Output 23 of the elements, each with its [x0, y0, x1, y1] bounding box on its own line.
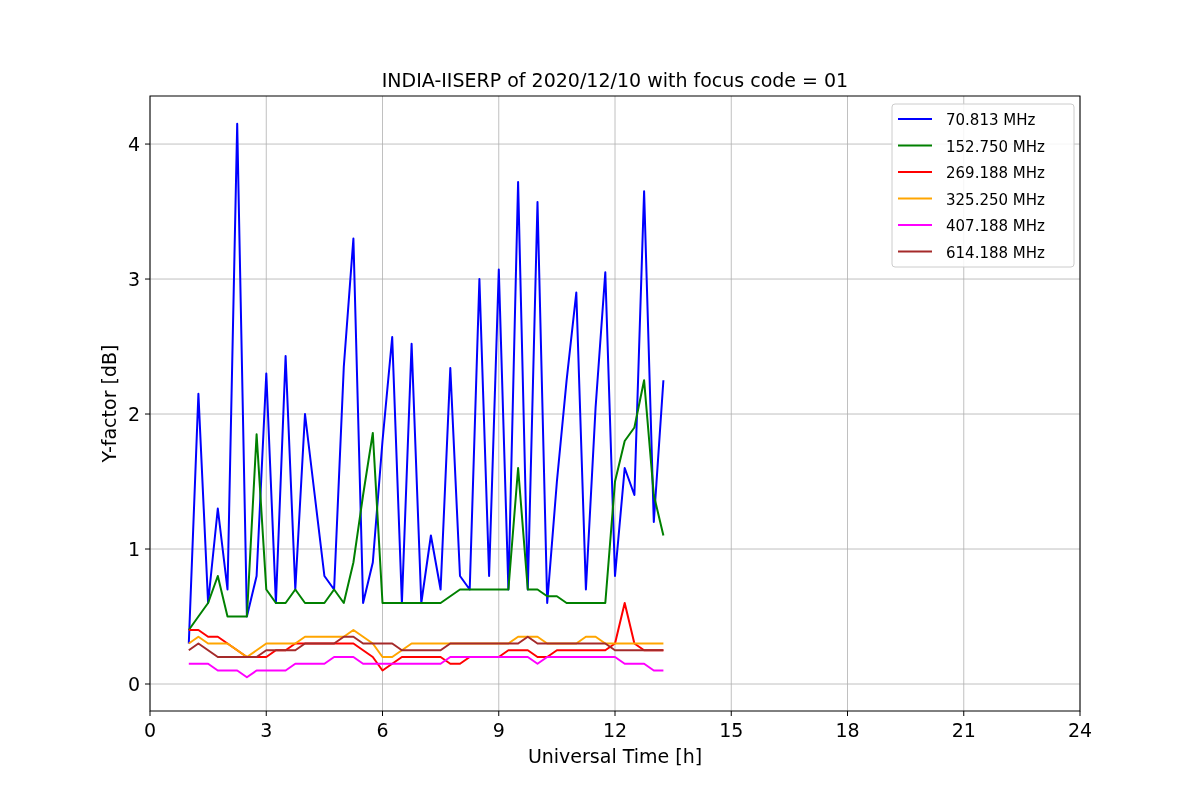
- x-tick-label: 24: [1067, 719, 1093, 741]
- x-tick-label: 0: [143, 719, 157, 741]
- legend-label: 407.188 MHz: [946, 217, 1045, 235]
- x-tick-label: 21: [951, 719, 976, 741]
- legend-label: 269.188 MHz: [946, 164, 1045, 182]
- y-tick-label: 2: [127, 403, 140, 426]
- x-axis-label: Universal Time [h]: [527, 745, 703, 767]
- legend-label: 614.188 MHz: [946, 243, 1045, 262]
- x-tick-label: 9: [492, 719, 505, 741]
- y-tick-label: 4: [127, 133, 140, 156]
- y-tick-label: 0: [127, 673, 140, 695]
- x-tick-label: 12: [602, 719, 628, 741]
- legend-label: 152.750 MHz: [946, 137, 1045, 156]
- y-tick-label: 3: [127, 268, 140, 291]
- x-tick-label: 18: [835, 719, 860, 741]
- x-tick-label: 3: [260, 719, 273, 741]
- x-tick-label: 6: [376, 719, 389, 741]
- chart-title: INDIA-IISERP of 2020/12/10 with focus code = 01: [381, 69, 849, 91]
- legend-label: 70.813 MHz: [946, 111, 1036, 129]
- y-tick-label: 1: [127, 538, 140, 560]
- x-tick-label: 15: [719, 719, 744, 741]
- legend-label: 325.250 MHz: [946, 190, 1045, 209]
- y-axis-label: Y-factor [dB]: [98, 344, 120, 463]
